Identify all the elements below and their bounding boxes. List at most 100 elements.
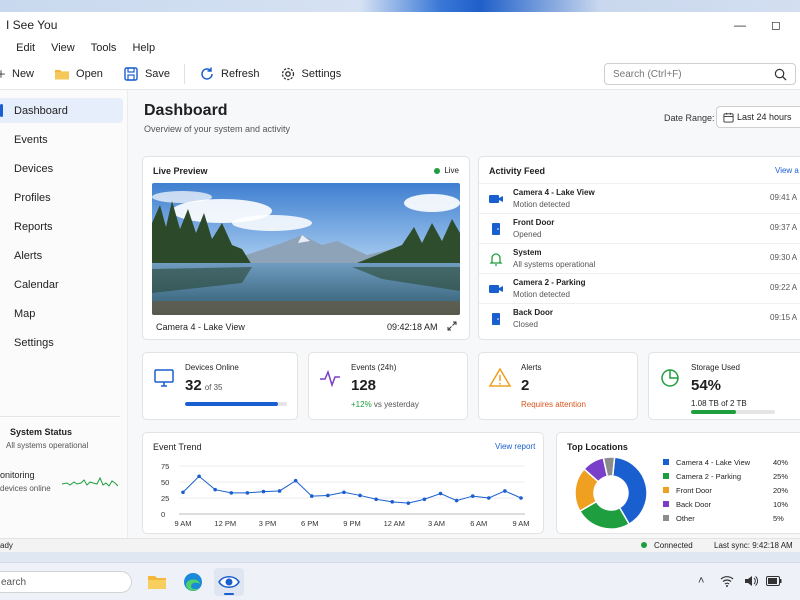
date-range-select[interactable]: Last 24 hours xyxy=(716,106,800,128)
trend-point xyxy=(470,494,475,498)
taskbar-search-placeholder: earch xyxy=(1,576,27,588)
feed-item-description: Motion detected xyxy=(513,200,570,209)
activity-feed-item[interactable]: Back Door Closed 09:15 A xyxy=(479,303,800,333)
taskbar-search[interactable]: earch xyxy=(0,571,132,593)
legend-item: Back Door 10% xyxy=(663,500,795,509)
trend-point xyxy=(503,489,507,493)
activity-feed-item[interactable]: Camera 4 - Lake View Motion detected 09:41… xyxy=(479,183,800,213)
activity-feed-item[interactable]: Front Door Opened 09:37 A xyxy=(479,213,800,243)
legend-swatch xyxy=(663,473,669,479)
plus-icon xyxy=(0,69,5,78)
activity-feed-item[interactable]: System All systems operational 09:30 A xyxy=(479,243,800,273)
content-area: Dashboard Events Devices Profiles Reports Ale… xyxy=(0,90,800,538)
open-button[interactable]: Open xyxy=(44,61,113,87)
sidebar-item-map[interactable]: Map xyxy=(0,301,123,326)
app-window: I See You — ◻ e Edit View Tools Help New… xyxy=(0,12,800,552)
system-status-title: System Status xyxy=(10,427,73,437)
alerts-value: 2 xyxy=(521,377,530,394)
minimize-button[interactable]: — xyxy=(720,12,760,38)
locations-donut-chart xyxy=(574,456,648,530)
live-preview-card: Live Preview Live Camera 4 - Lake View 0… xyxy=(142,156,470,340)
feed-item-description: Motion detected xyxy=(513,290,570,299)
file-explorer-icon[interactable] xyxy=(146,571,168,593)
storage-bar-fill xyxy=(691,410,737,414)
sidebar-item-calendar[interactable]: Calendar xyxy=(0,272,123,297)
volume-icon[interactable] xyxy=(744,575,758,587)
wifi-icon[interactable] xyxy=(720,575,734,587)
sidebar-item-alerts[interactable]: Alerts xyxy=(0,243,123,268)
app-taskbar-button[interactable] xyxy=(214,568,244,596)
trend-point xyxy=(261,489,266,494)
settings-label: Settings xyxy=(301,67,342,80)
bell-icon xyxy=(489,253,503,266)
storage-bar xyxy=(691,410,775,414)
devices-online-card: Devices Online 32 of 35 xyxy=(142,352,298,420)
settings-button[interactable]: Settings xyxy=(270,61,352,87)
save-button[interactable]: Save xyxy=(113,61,180,87)
feed-item-time: 09:37 A xyxy=(770,223,798,232)
x-tick-label: 12 PM xyxy=(214,519,236,528)
dashboard-main: Dashboard Overview of your system and ac… xyxy=(128,90,800,538)
sidebar-item-profiles[interactable]: Profiles xyxy=(0,185,123,210)
gear-icon xyxy=(281,67,294,80)
lake-landscape xyxy=(152,183,460,315)
title-bar: I See You — ◻ xyxy=(0,12,800,38)
trend-point xyxy=(342,490,346,495)
search-input[interactable]: Search (Ctrl+F) xyxy=(604,63,796,85)
x-tick-label: 3 AM xyxy=(428,519,445,528)
menu-help[interactable]: Help xyxy=(132,42,155,54)
activity-feed-item[interactable]: Camera 2 - Parking Motion detected 09:22 A xyxy=(479,273,800,303)
sidebar-item-label: Devices xyxy=(14,162,54,175)
battery-icon[interactable] xyxy=(766,576,782,586)
legend-label: Front Door xyxy=(676,486,712,495)
refresh-button[interactable]: Refresh xyxy=(189,61,270,87)
system-status: System Status All systems operational xyxy=(0,416,120,450)
legend-percent: 25% xyxy=(773,472,789,481)
trend-point xyxy=(374,497,378,502)
trend-point xyxy=(245,491,250,495)
menu-tools[interactable]: Tools xyxy=(91,42,117,54)
edge-browser-icon[interactable] xyxy=(182,571,204,593)
date-range-label: Date Range: xyxy=(664,113,715,123)
menu-edit[interactable]: Edit xyxy=(16,42,35,54)
storage-value: 54% xyxy=(691,377,722,394)
trend-point xyxy=(309,494,314,498)
new-button[interactable]: New xyxy=(0,61,44,87)
door-icon xyxy=(492,313,500,325)
legend-swatch xyxy=(663,501,669,507)
menu-view[interactable]: View xyxy=(51,42,75,54)
sidebar-item-label: Dashboard xyxy=(14,104,68,117)
search-icon xyxy=(774,68,787,81)
x-tick-label: 6 PM xyxy=(301,519,319,528)
sidebar-item-devices[interactable]: Devices xyxy=(0,156,123,181)
sidebar-item-dashboard[interactable]: Dashboard xyxy=(0,98,123,123)
maximize-button[interactable]: ◻ xyxy=(756,12,796,38)
sidebar-item-settings[interactable]: Settings xyxy=(0,330,123,355)
trend-point xyxy=(406,501,411,505)
activity-feed-card: Activity Feed View a Camera 4 - Lake Vie… xyxy=(478,156,800,340)
trend-point xyxy=(229,491,234,495)
refresh-icon xyxy=(201,67,213,80)
view-all-link[interactable]: View a xyxy=(775,166,799,175)
taskbar: earch ˄ xyxy=(0,562,800,600)
sidebar-item-events[interactable]: Events xyxy=(0,127,123,152)
sidebar-item-label: Alerts xyxy=(14,249,43,262)
door-icon xyxy=(492,223,500,235)
eye-icon xyxy=(218,575,240,589)
expand-icon[interactable] xyxy=(447,321,457,331)
sidebar-nav: Dashboard Events Devices Profiles Reports Ale… xyxy=(0,90,127,355)
alerts-label: Alerts xyxy=(521,363,542,372)
storage-label: Storage Used xyxy=(691,363,740,372)
camera-preview-image[interactable] xyxy=(152,183,460,315)
pie-chart-icon xyxy=(661,369,679,387)
legend-percent: 5% xyxy=(773,514,784,523)
legend-percent: 10% xyxy=(773,500,789,509)
legend-swatch xyxy=(663,515,669,521)
feed-item-description: Closed xyxy=(513,320,538,329)
sparkline xyxy=(62,476,118,487)
y-tick-label: 25 xyxy=(161,494,169,503)
live-indicator: Live xyxy=(434,166,459,175)
sidebar-item-reports[interactable]: Reports xyxy=(0,214,123,239)
app-title: I See You xyxy=(6,18,58,32)
chevron-up-icon[interactable]: ˄ xyxy=(698,575,704,587)
